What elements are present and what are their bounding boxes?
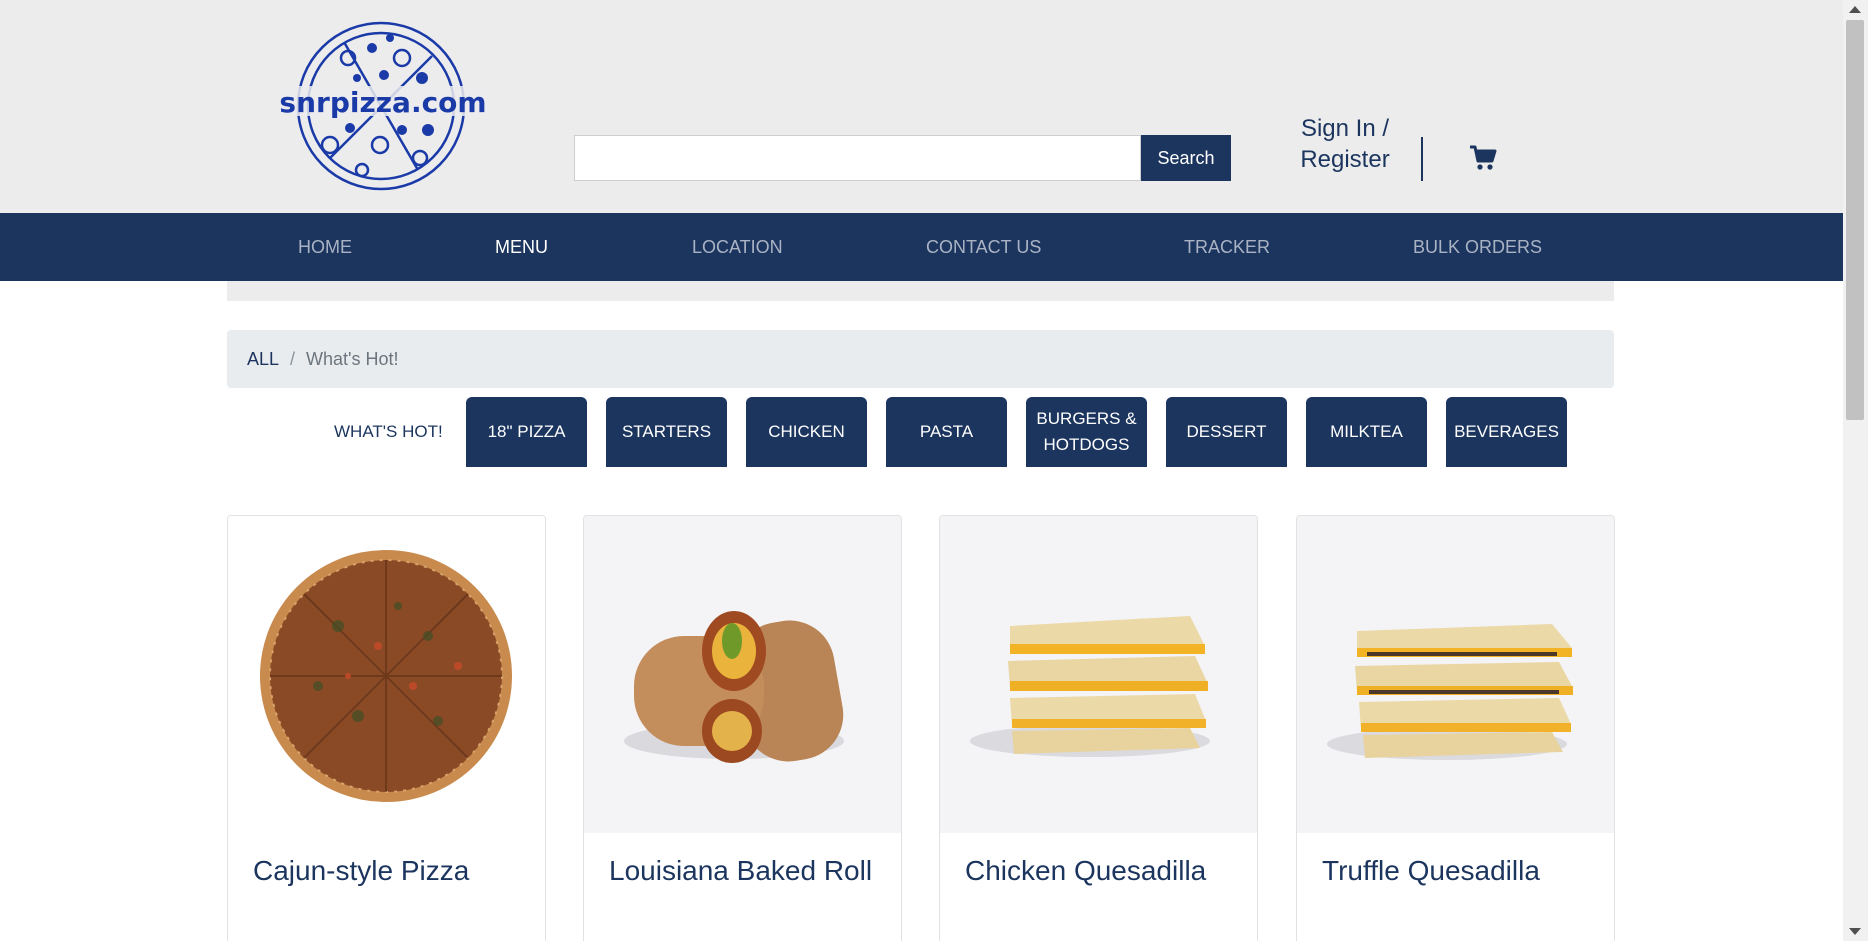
scroll-up-arrow-icon[interactable] <box>1849 6 1861 13</box>
search-input[interactable] <box>574 135 1141 181</box>
breadcrumb-separator: / <box>290 348 296 369</box>
main-nav: HOME MENU LOCATION CONTACT US TRACKER BU… <box>0 213 1843 281</box>
chicken-quesadilla-image <box>940 516 1257 833</box>
pizza-image <box>228 516 545 833</box>
category-tab-pasta[interactable]: PASTA <box>886 397 1007 467</box>
search-bar: Search <box>574 135 1231 181</box>
sign-in-label: Sign In / <box>1300 115 1390 142</box>
logo-text: snrpizza.com <box>279 86 486 119</box>
product-card[interactable]: Louisiana Baked Roll <box>583 515 902 941</box>
product-name[interactable]: Chicken Quesadilla <box>965 855 1206 887</box>
search-button[interactable]: Search <box>1141 135 1231 181</box>
baked-roll-image <box>584 516 901 833</box>
breadcrumb-current: What's Hot! <box>306 348 399 369</box>
category-tab-starters[interactable]: STARTERS <box>606 397 727 467</box>
scroll-down-arrow-icon[interactable] <box>1849 928 1861 935</box>
site-header: snrpizza.com Search Sign In / Register <box>0 0 1843 213</box>
nav-menu[interactable]: MENU <box>495 213 548 281</box>
register-label: Register <box>1300 146 1390 173</box>
product-name[interactable]: Cajun-style Pizza <box>253 855 469 887</box>
header-divider <box>1421 137 1423 181</box>
category-tab-whats-hot[interactable]: WHAT'S HOT! <box>334 422 443 442</box>
category-tab-chicken[interactable]: CHICKEN <box>746 397 867 467</box>
nav-contact-us[interactable]: CONTACT US <box>926 213 1041 281</box>
breadcrumb: ALL / What's Hot! <box>227 330 1614 388</box>
scrollbar-thumb[interactable] <box>1846 20 1864 420</box>
category-tab-burgers-hotdogs[interactable]: BURGERS & HOTDOGS <box>1026 397 1147 467</box>
product-card[interactable]: Chicken Quesadilla <box>939 515 1258 941</box>
truffle-quesadilla-image <box>1297 516 1614 833</box>
sign-in-register-link[interactable]: Sign In / Register <box>1290 113 1400 175</box>
product-card[interactable]: Cajun-style Pizza <box>227 515 546 941</box>
nav-location[interactable]: LOCATION <box>692 213 783 281</box>
category-tab-dessert[interactable]: DESSERT <box>1166 397 1287 467</box>
product-name[interactable]: Louisiana Baked Roll <box>609 855 872 887</box>
product-name[interactable]: Truffle Quesadilla <box>1322 855 1540 887</box>
product-card[interactable]: Truffle Quesadilla <box>1296 515 1615 941</box>
category-tab-18-pizza[interactable]: 18" PIZZA <box>466 397 587 467</box>
breadcrumb-all-link[interactable]: ALL <box>247 349 279 370</box>
site-logo[interactable]: snrpizza.com <box>272 20 494 192</box>
nav-home[interactable]: HOME <box>298 213 352 281</box>
nav-tracker[interactable]: TRACKER <box>1184 213 1270 281</box>
nav-bulk-orders[interactable]: BULK ORDERS <box>1413 213 1542 281</box>
category-tab-milktea[interactable]: MILKTEA <box>1306 397 1427 467</box>
nav-subbar <box>227 281 1614 301</box>
category-tab-beverages[interactable]: BEVERAGES <box>1446 397 1567 467</box>
shopping-cart-icon[interactable] <box>1468 143 1498 173</box>
